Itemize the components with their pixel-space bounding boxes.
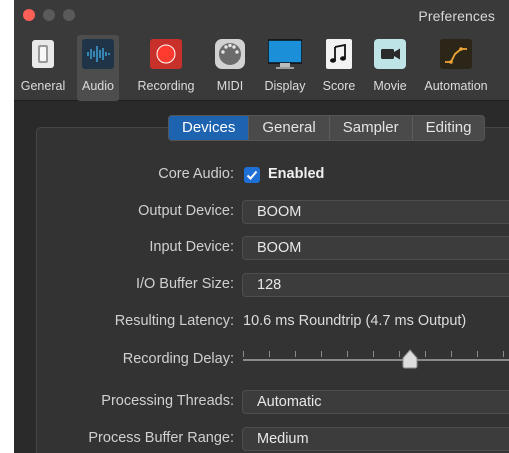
input-device-label: Input Device:: [149, 239, 234, 255]
checkmark-icon: [246, 170, 258, 180]
buffer-range-select[interactable]: Medium: [242, 427, 509, 451]
toolbar-label-audio: Audio: [82, 79, 114, 93]
recording-delay-slider[interactable]: [243, 349, 509, 369]
tab-sampler[interactable]: Sampler: [328, 116, 412, 140]
toolbar-item-score[interactable]: Score: [316, 37, 362, 99]
input-device-value: BOOM: [257, 240, 302, 256]
latency-value: 10.6 ms Roundtrip (4.7 ms Output): [243, 313, 467, 329]
toolbar-item-general[interactable]: General: [14, 37, 74, 99]
slider-tick: [347, 351, 348, 357]
processing-threads-row: Processing Threads: Automatic: [14, 390, 509, 414]
toolbar-item-midi[interactable]: MIDI: [210, 37, 250, 99]
toolbar-item-recording[interactable]: Recording: [126, 37, 206, 99]
io-buffer-select[interactable]: 128: [242, 273, 509, 297]
latency-label: Resulting Latency:: [114, 313, 234, 329]
toolbar-item-display[interactable]: Display: [257, 37, 313, 99]
slider-knob[interactable]: [401, 349, 419, 369]
automation-curve-icon: [440, 39, 472, 69]
output-device-row: Output Device: BOOM: [14, 200, 509, 224]
latency-row: Resulting Latency: 10.6 ms Roundtrip (4.…: [14, 310, 509, 334]
preferences-content: Devices General Sampler Editing Core Aud…: [14, 101, 509, 453]
movie-camera-icon: [374, 39, 406, 69]
audio-tabs: Devices General Sampler Editing: [168, 115, 486, 141]
input-device-row: Input Device: BOOM: [14, 236, 509, 260]
title-bar: Preferences: [14, 0, 509, 35]
io-buffer-label: I/O Buffer Size:: [135, 276, 234, 292]
core-audio-enabled-label: Enabled: [268, 166, 325, 182]
toolbar-item-automation[interactable]: Automation: [418, 37, 494, 99]
io-buffer-row: I/O Buffer Size: 128: [14, 273, 509, 297]
core-audio-label: Core Audio:: [158, 166, 234, 182]
slider-tick: [243, 351, 244, 357]
slider-tick: [425, 351, 426, 357]
preferences-window: Preferences General Audio Recording MIDI…: [14, 0, 509, 453]
tab-editing[interactable]: Editing: [411, 116, 485, 140]
toolbar-item-audio[interactable]: Audio: [77, 35, 119, 101]
processing-threads-label: Processing Threads:: [101, 393, 234, 409]
core-audio-checkbox[interactable]: [244, 167, 260, 183]
slider-tick: [503, 351, 504, 357]
processing-threads-select[interactable]: Automatic: [242, 390, 509, 414]
core-audio-row: Core Audio: Enabled: [14, 163, 509, 187]
toolbar-label-automation: Automation: [424, 79, 488, 93]
midi-connector-icon: [215, 39, 245, 69]
slider-tick: [373, 351, 374, 357]
toolbar-label-display: Display: [264, 79, 306, 93]
output-device-select[interactable]: BOOM: [242, 200, 509, 224]
slider-tick: [295, 351, 296, 357]
processing-threads-value: Automatic: [257, 394, 322, 410]
general-switch-icon: [32, 40, 54, 68]
tab-general[interactable]: General: [248, 116, 328, 140]
audio-waveform-icon: [82, 39, 114, 69]
buffer-range-value: Medium: [257, 431, 309, 447]
slider-tick: [451, 351, 452, 357]
toolbar-label-score: Score: [322, 79, 356, 93]
toolbar-label-recording: Recording: [137, 79, 195, 93]
display-monitor-icon: [268, 39, 302, 69]
toolbar-label-movie: Movie: [373, 79, 407, 93]
slider-tick: [477, 351, 478, 357]
buffer-range-row: Process Buffer Range: Medium: [14, 427, 509, 451]
output-device-label: Output Device:: [138, 203, 234, 219]
toolbar-label-general: General: [20, 79, 66, 93]
toolbar-item-movie[interactable]: Movie: [365, 37, 415, 99]
record-icon: [150, 39, 182, 69]
toolbar-label-midi: MIDI: [216, 79, 244, 93]
output-device-value: BOOM: [257, 204, 302, 220]
recording-delay-row: Recording Delay:: [14, 348, 509, 372]
window-title: Preferences: [418, 8, 495, 24]
recording-delay-label: Recording Delay:: [122, 351, 234, 367]
slider-tick: [321, 351, 322, 357]
io-buffer-value: 128: [257, 277, 282, 293]
slider-tick: [269, 351, 270, 357]
preferences-toolbar: General Audio Recording MIDI Display Sco…: [14, 35, 509, 101]
slider-tick: [399, 351, 400, 357]
music-note-icon: [326, 39, 352, 69]
input-device-select[interactable]: BOOM: [242, 236, 509, 260]
tab-devices[interactable]: Devices: [169, 116, 249, 140]
buffer-range-label: Process Buffer Range:: [88, 430, 234, 446]
